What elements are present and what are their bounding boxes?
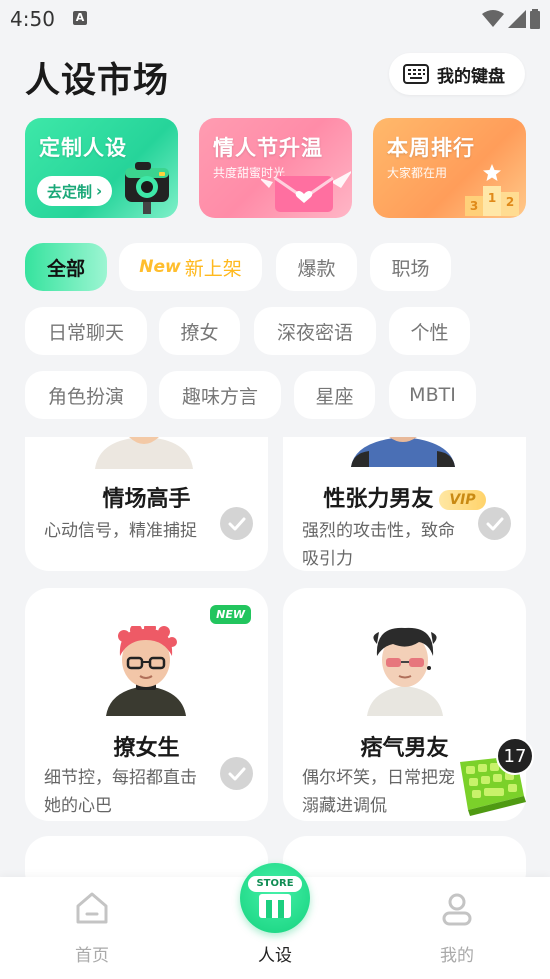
banner-custom-persona[interactable]: 定制人设 去定制 › bbox=[25, 118, 178, 218]
new-tag: New bbox=[139, 257, 181, 277]
store-icon bbox=[259, 894, 291, 918]
signal-icon bbox=[508, 10, 526, 28]
go-customize-label: 去定制 bbox=[47, 182, 93, 201]
status-icons bbox=[482, 9, 540, 29]
store-button[interactable]: STORE bbox=[240, 863, 310, 933]
podium-icon: 1 2 3 bbox=[465, 164, 519, 216]
banner-subtitle: 大家都在用 bbox=[387, 166, 448, 180]
status-time: 4:50 bbox=[10, 7, 55, 31]
home-icon bbox=[76, 892, 108, 924]
chip-personality[interactable]: 个性 bbox=[389, 307, 470, 355]
my-keyboard-button[interactable]: 我的键盘 bbox=[389, 53, 525, 95]
persona-card[interactable]: 性张力男友 VIP 强烈的攻击性，致命吸引力 bbox=[283, 437, 526, 571]
chip-late-night[interactable]: 深夜密语 bbox=[254, 307, 376, 355]
chip-daily-chat[interactable]: 日常聊天 bbox=[25, 307, 147, 355]
persona-card[interactable]: NEW 撩女生 细节控，每招都直击她的心巴 bbox=[25, 588, 268, 821]
chip-new-label: 新上架 bbox=[184, 257, 242, 280]
chip-zodiac[interactable]: 星座 bbox=[294, 371, 375, 419]
page-title: 人设市场 bbox=[25, 61, 170, 101]
nav-home[interactable]: 首页 bbox=[37, 877, 147, 979]
wifi-icon bbox=[482, 10, 504, 27]
chip-mbti[interactable]: MBTI bbox=[389, 371, 476, 419]
go-customize-button[interactable]: 去定制 › bbox=[37, 176, 113, 206]
card-desc: 心动信号，精准捕捉 bbox=[44, 521, 197, 541]
card-name: 性张力男友 bbox=[323, 487, 434, 512]
camera-icon bbox=[125, 162, 169, 214]
nav-mine-label: 我的 bbox=[440, 946, 474, 966]
chevron-right-icon: › bbox=[96, 182, 103, 200]
svg-text:1: 1 bbox=[488, 191, 496, 205]
count-badge: 17 bbox=[496, 737, 534, 775]
card-desc: 偶尔坏笑，日常把宠溺藏进调侃 bbox=[302, 768, 455, 816]
chip-roleplay[interactable]: 角色扮演 bbox=[25, 371, 147, 419]
status-bar: 4:50 A bbox=[0, 0, 550, 40]
persona-card[interactable]: 情场高手 心动信号，精准捕捉 bbox=[25, 437, 268, 571]
svg-text:2: 2 bbox=[506, 195, 514, 209]
banner-title: 情人节升温 bbox=[213, 136, 323, 160]
banner-weekly-ranking[interactable]: 本周排行 大家都在用 1 2 3 bbox=[373, 118, 526, 218]
chip-hot[interactable]: 爆款 bbox=[276, 243, 357, 291]
banner-valentine[interactable]: 情人节升温 共度甜蜜时光 bbox=[199, 118, 352, 218]
banner-title: 定制人设 bbox=[39, 136, 127, 160]
check-icon[interactable] bbox=[220, 757, 253, 790]
chip-dialect[interactable]: 趣味方言 bbox=[159, 371, 281, 419]
check-icon[interactable] bbox=[478, 507, 511, 540]
store-tag: STORE bbox=[248, 876, 302, 892]
svg-text:3: 3 bbox=[470, 199, 478, 213]
chip-all[interactable]: 全部 bbox=[25, 243, 107, 291]
card-desc: 强烈的攻击性，致命吸引力 bbox=[302, 521, 455, 569]
notification-icon: A bbox=[73, 11, 87, 25]
check-icon[interactable] bbox=[220, 507, 253, 540]
battery-icon bbox=[530, 9, 540, 29]
love-letter-icon bbox=[261, 171, 351, 212]
profile-icon bbox=[442, 893, 472, 926]
avatar bbox=[106, 626, 186, 716]
chip-flirt[interactable]: 撩女 bbox=[159, 307, 240, 355]
nav-mine[interactable]: 我的 bbox=[402, 877, 512, 979]
avatar bbox=[351, 437, 455, 467]
vip-badge: VIP bbox=[439, 490, 486, 510]
nav-home-label: 首页 bbox=[75, 946, 109, 966]
my-keyboard-label: 我的键盘 bbox=[437, 66, 505, 87]
avatar bbox=[95, 437, 193, 469]
chip-new-arrivals[interactable]: New 新上架 bbox=[119, 243, 262, 291]
nav-persona-label: 人设 bbox=[258, 946, 292, 966]
avatar bbox=[367, 627, 443, 716]
card-desc: 细节控，每招都直击她的心巴 bbox=[44, 768, 197, 816]
chip-workplace[interactable]: 职场 bbox=[370, 243, 451, 291]
new-badge: NEW bbox=[210, 605, 251, 624]
keyboard-icon bbox=[403, 64, 429, 84]
